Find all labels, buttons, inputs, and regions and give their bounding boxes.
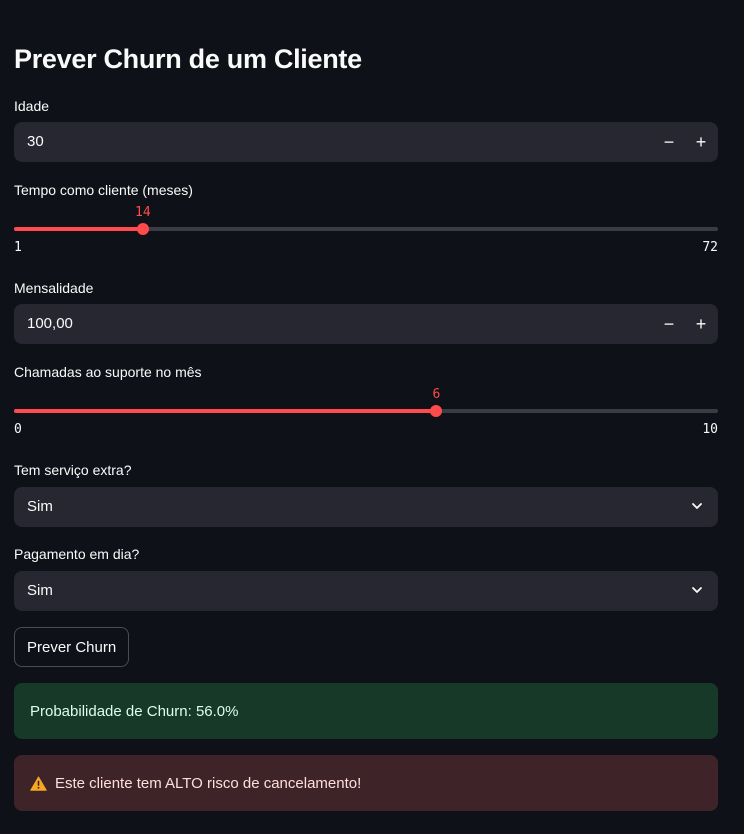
mensalidade-increment-button[interactable]: +: [685, 304, 717, 344]
chevron-down-icon[interactable]: [690, 583, 704, 597]
high-risk-text: Este cliente tem ALTO risco de cancelame…: [55, 774, 362, 792]
mensalidade-decrement-button[interactable]: −: [653, 304, 685, 344]
tempo-slider-max: 72: [702, 240, 718, 255]
tempo-label: Tempo como cliente (meses): [14, 182, 193, 198]
idade-label: Idade: [14, 98, 50, 114]
chevron-down-icon[interactable]: [690, 499, 704, 513]
mensalidade-value[interactable]: 100,00: [27, 315, 73, 332]
tempo-slider[interactable]: 14 1 72: [14, 205, 718, 260]
chamadas-label: Chamadas ao suporte no mês: [14, 364, 202, 380]
tempo-slider-thumb[interactable]: [136, 223, 149, 235]
high-risk-alert: Este cliente tem ALTO risco de cancelame…: [14, 755, 718, 811]
chamadas-slider-min: 0: [14, 422, 22, 437]
servico-extra-label: Tem serviço extra?: [14, 462, 132, 478]
warning-icon: [30, 775, 47, 791]
pagamento-select[interactable]: Sim: [14, 571, 718, 611]
tempo-slider-min: 1: [14, 240, 22, 255]
chamadas-slider-thumb[interactable]: [430, 405, 443, 417]
idade-increment-button[interactable]: +: [685, 122, 717, 162]
chamadas-slider-max: 10: [702, 422, 718, 437]
chamadas-slider[interactable]: 6 0 10: [14, 387, 718, 442]
pagamento-label: Pagamento em dia?: [14, 546, 140, 562]
chamadas-slider-value: 6: [432, 387, 441, 402]
pagamento-selected: Sim: [27, 582, 53, 599]
servico-extra-selected: Sim: [27, 498, 53, 515]
idade-decrement-button[interactable]: −: [653, 122, 685, 162]
page-title: Prever Churn de um Cliente: [14, 44, 362, 74]
churn-probability-text: Probabilidade de Churn: 56.0%: [30, 702, 239, 720]
tempo-slider-value: 14: [135, 205, 151, 220]
chamadas-slider-fill: [14, 409, 437, 413]
mensalidade-label: Mensalidade: [14, 280, 94, 296]
churn-probability-alert: Probabilidade de Churn: 56.0%: [14, 683, 718, 739]
mensalidade-input[interactable]: 100,00 − +: [14, 304, 718, 344]
idade-value[interactable]: 30: [27, 133, 44, 150]
predict-churn-button[interactable]: Prever Churn: [14, 627, 130, 667]
idade-input[interactable]: 30 − +: [14, 122, 718, 162]
servico-extra-select[interactable]: Sim: [14, 487, 718, 527]
tempo-slider-fill: [14, 227, 143, 231]
